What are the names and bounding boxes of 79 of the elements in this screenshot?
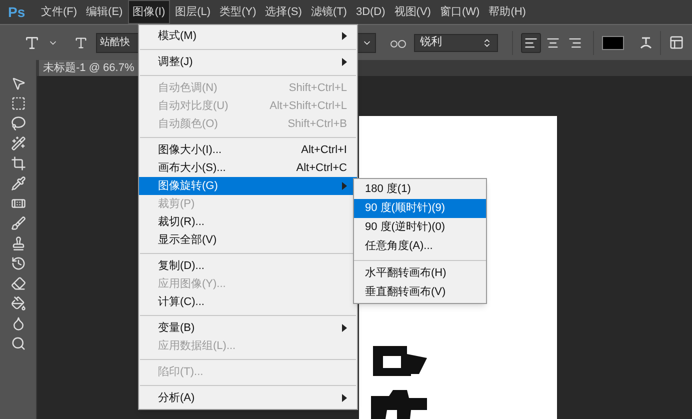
- align-lines-icon: [568, 36, 582, 50]
- menu-item-label: 陷印(T)...: [158, 364, 204, 380]
- menu-item[interactable]: 模式(M): [139, 27, 357, 45]
- lasso-icon[interactable]: [10, 116, 26, 131]
- menu-item-label: 显示全部(V): [158, 232, 217, 248]
- menu-bar-item[interactable]: 视图(V): [390, 0, 435, 24]
- brush-icon[interactable]: [10, 216, 26, 231]
- paint-bucket-icon[interactable]: [10, 296, 26, 311]
- history-brush-icon[interactable]: [10, 256, 26, 271]
- menu-item-label: 裁切(R)...: [158, 214, 204, 230]
- menu-bar-item[interactable]: 窗口(W): [436, 0, 484, 24]
- menu-item[interactable]: 180 度(1): [354, 180, 486, 199]
- eraser-icon[interactable]: [10, 276, 26, 291]
- antialias-select[interactable]: 锐利: [414, 34, 498, 52]
- magic-wand-icon[interactable]: [10, 136, 26, 151]
- menu-item-shortcut: Alt+Ctrl+C: [296, 160, 347, 176]
- menu-item[interactable]: 任意角度(A)...: [354, 237, 486, 256]
- align-lines-icon: [546, 36, 560, 50]
- bandage-icon[interactable]: [10, 196, 26, 211]
- crop-icon[interactable]: [10, 156, 26, 171]
- magnifier-icon[interactable]: [10, 336, 26, 351]
- menu-bar-item[interactable]: 选择(S): [261, 0, 306, 24]
- menu-item-label: 复制(D)...: [158, 258, 204, 274]
- menu-item-label: 自动色调(N): [158, 80, 218, 96]
- menu-item[interactable]: 分析(A): [139, 389, 357, 407]
- menu-item-label: 变量(B): [158, 320, 195, 336]
- menu-item[interactable]: 90 度(逆时针)(0): [354, 218, 486, 237]
- droplet-icon[interactable]: [10, 316, 26, 331]
- menu-bar-item[interactable]: 3D(D): [352, 0, 390, 24]
- menu-bar-item[interactable]: 图层(L): [171, 0, 215, 24]
- menu-item-shortcut: Alt+Shift+Ctrl+L: [270, 98, 347, 114]
- app-logo: Ps: [7, 2, 26, 22]
- menu-item-label: 图像大小(I)...: [158, 142, 222, 158]
- menu-item-label: 计算(C)...: [158, 294, 204, 310]
- menu-item-label: 自动对比度(U): [158, 98, 228, 114]
- menu-bar-item[interactable]: 类型(Y): [216, 0, 260, 24]
- menu-bar-item[interactable]: 文件(F): [37, 0, 82, 24]
- menu-item-label: 图像旋转(G): [158, 178, 218, 194]
- menu-item[interactable]: 垂直翻转画布(V): [354, 283, 486, 302]
- menu-bar-item[interactable]: 滤镜(T): [306, 0, 351, 24]
- menu-bar-item[interactable]: 帮助(H): [484, 0, 530, 24]
- align-button[interactable]: [521, 32, 541, 52]
- menu-item-shortcut: Alt+Ctrl+I: [301, 142, 347, 158]
- menu-item-label: 画布大小(S)...: [158, 160, 226, 176]
- align-lines-icon: [524, 36, 538, 50]
- move-arrow-icon[interactable]: [10, 76, 26, 91]
- menu-item[interactable]: 图像旋转(G): [139, 177, 357, 195]
- menu-item[interactable]: 调整(J): [139, 53, 357, 71]
- menu-item-label: 裁剪(P): [158, 196, 195, 212]
- menu-item[interactable]: 水平翻转画布(H): [354, 264, 486, 283]
- menu-item[interactable]: 裁切(R)...: [139, 213, 357, 231]
- menu-item-label: 应用图像(Y)...: [158, 276, 226, 292]
- type-tool-icon[interactable]: [24, 34, 40, 50]
- vertical-type-icon[interactable]: [74, 36, 88, 50]
- menu-item[interactable]: 画布大小(S)... Alt+Ctrl+C: [139, 159, 357, 177]
- document-tab[interactable]: 未标题-1 @ 66.7%: [39, 60, 138, 76]
- menu-item[interactable]: 显示全部(V): [139, 231, 357, 249]
- menu-item[interactable]: 计算(C)...: [139, 293, 357, 311]
- text-color-swatch[interactable]: [602, 36, 624, 50]
- menu-item-label: 调整(J): [158, 54, 193, 70]
- menu-item-label: 应用数据组(L)...: [158, 338, 236, 354]
- menu-bar-item[interactable]: 图像(I): [128, 0, 170, 24]
- eyedropper-icon[interactable]: [10, 176, 26, 191]
- menu-item[interactable]: 复制(D)...: [139, 257, 357, 275]
- menu-item-label: 模式(M): [158, 28, 196, 44]
- menu-item-label: 自动颜色(O): [158, 116, 218, 132]
- menu-item-label: 分析(A): [158, 390, 195, 406]
- stamp-icon[interactable]: [10, 236, 26, 251]
- menu-item-shortcut: Shift+Ctrl+L: [288, 80, 347, 96]
- menu-item[interactable]: 90 度(顺时针)(9): [354, 199, 486, 218]
- updown-arrows-icon: [482, 38, 492, 48]
- antialias-icon: [390, 38, 406, 48]
- warp-text-icon[interactable]: [640, 34, 652, 50]
- panels-icon[interactable]: [669, 35, 684, 50]
- menu-item[interactable]: 图像大小(I)... Alt+Ctrl+I: [139, 141, 357, 159]
- menu-bar-item[interactable]: 编辑(E): [82, 0, 127, 24]
- menu-item-shortcut: Shift+Ctrl+B: [288, 116, 347, 132]
- menu-item[interactable]: 变量(B): [139, 319, 357, 337]
- dashed-rectangle-icon[interactable]: [10, 96, 26, 111]
